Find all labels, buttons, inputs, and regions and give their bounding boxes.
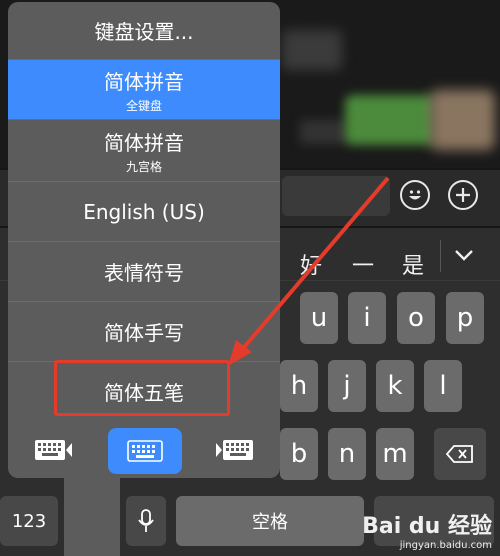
watermark-brand: Bai du 经验	[362, 514, 492, 539]
baidu-watermark: Bai du 经验 jingyan.baidu.com	[362, 508, 492, 551]
watermark-url: jingyan.baidu.com	[399, 540, 492, 551]
pointer-arrow	[228, 176, 390, 366]
